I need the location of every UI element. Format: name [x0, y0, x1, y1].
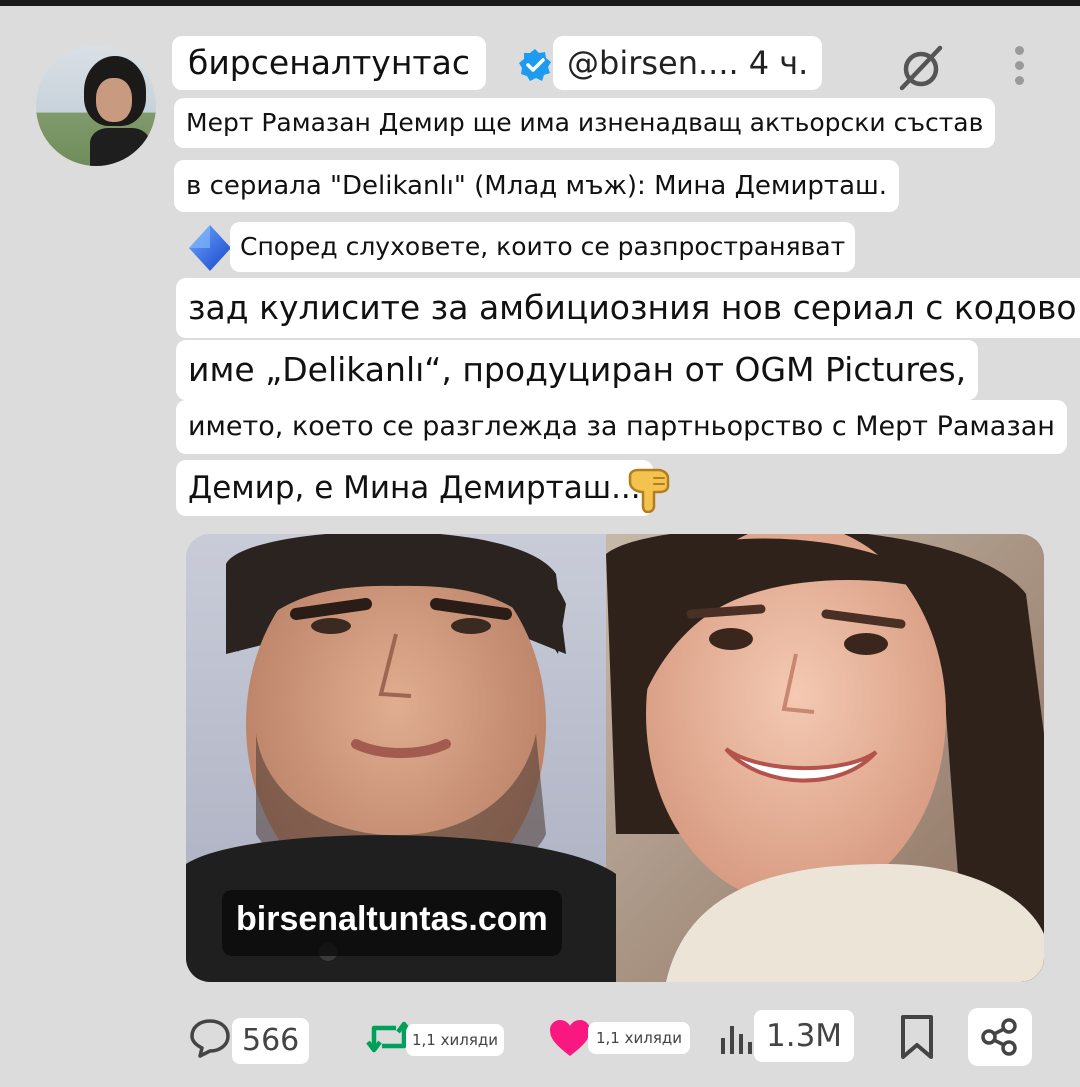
- share-button[interactable]: [968, 1008, 1032, 1066]
- views-icon[interactable]: [718, 1020, 754, 1056]
- like-icon[interactable]: [548, 1018, 592, 1058]
- top-edge-bar: [0, 0, 1080, 6]
- post-text-line-5: име „Delikanlı“, продуциран от OGM Pictu…: [176, 340, 979, 400]
- views-count[interactable]: 1.3M: [754, 1010, 855, 1062]
- avatar[interactable]: [36, 46, 156, 166]
- author-handle[interactable]: @birsen....: [567, 44, 739, 82]
- grok-icon[interactable]: [894, 40, 948, 94]
- repost-count[interactable]: 1,1 хиляди: [406, 1024, 504, 1056]
- verified-badge-icon: [519, 49, 551, 81]
- share-icon: [981, 1018, 1017, 1056]
- post-text-line-7: Демир, е Мина Демирташ...: [176, 460, 653, 516]
- post-text-line-1: Мерт Рамазан Демир ще има изненадващ акт…: [174, 98, 996, 148]
- reply-icon[interactable]: [188, 1015, 232, 1059]
- post-text-line-2: в сериала "Delikanlı" (Млад мъж): Мина Д…: [174, 160, 900, 212]
- post-text-line-3: Според слуховете, които се разпространяв…: [230, 222, 856, 272]
- reply-count[interactable]: 566: [232, 1018, 310, 1064]
- like-count[interactable]: 1,1 хиляди: [588, 1022, 690, 1054]
- image-watermark: birsenaltuntas.com: [222, 890, 562, 956]
- post-text-line-6: името, което се разглежда за партньорств…: [176, 400, 1067, 454]
- post-time[interactable]: 4 ч.: [749, 44, 809, 82]
- blue-diamond-icon: [189, 225, 231, 271]
- bookmark-icon[interactable]: [898, 1014, 936, 1060]
- author-display-name[interactable]: бирсеналтунтас: [172, 36, 486, 90]
- more-icon[interactable]: [1008, 46, 1030, 92]
- pointing-down-icon: [628, 468, 670, 514]
- author-handle-and-time[interactable]: @birsen.... 4 ч.: [553, 36, 823, 90]
- post-text-line-4: зад кулисите за амбициозния нов сериал с…: [176, 278, 1080, 338]
